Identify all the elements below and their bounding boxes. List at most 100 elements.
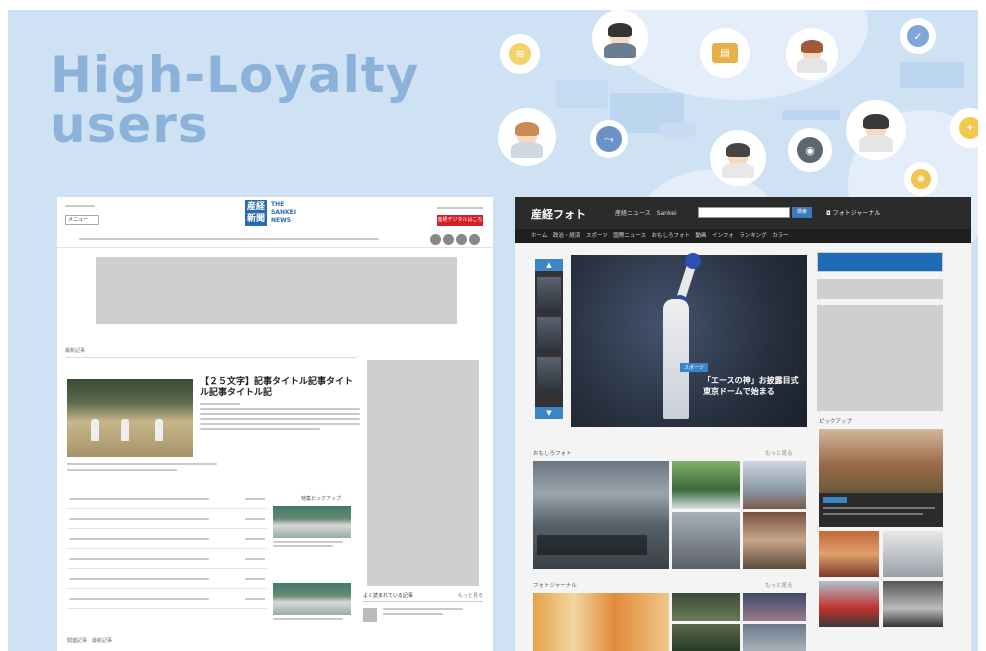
hero-caption[interactable]: 「エースの神」お披露目式 東京ドームで始まる xyxy=(703,375,807,397)
page-top-strip xyxy=(0,0,986,10)
user-icon-girl xyxy=(498,108,556,166)
list-item[interactable] xyxy=(67,549,267,569)
photo-tile-kimono[interactable] xyxy=(533,593,669,651)
popular-label: よく読まれている記事 xyxy=(363,593,413,599)
pickup-column: ピックアップ xyxy=(819,419,943,651)
social-icon-4[interactable] xyxy=(469,234,480,245)
photo-tile-aircraft[interactable] xyxy=(533,461,669,569)
header-note xyxy=(437,207,483,209)
search-button[interactable]: 検索 xyxy=(792,207,812,218)
more-link[interactable]: もっと見る xyxy=(458,592,483,599)
search-input[interactable] xyxy=(698,207,790,218)
sidebar-ad-placeholder xyxy=(367,360,479,586)
scroll-up-button[interactable]: ▲ xyxy=(535,259,563,271)
photo-tile[interactable] xyxy=(743,593,806,621)
banner-title: High-Loyalty users xyxy=(50,50,419,150)
right-ad-banner[interactable] xyxy=(817,252,943,272)
photo-tile[interactable] xyxy=(883,581,943,627)
more-link[interactable]: もっと見る xyxy=(765,449,793,457)
thumbnail-strip: ▲ ▼ xyxy=(535,259,563,419)
user-icon-woman-3 xyxy=(846,100,906,160)
popular-articles: よく読まれている記事 もっと見る xyxy=(363,592,483,622)
hero-category-tag: スポーツ xyxy=(680,363,708,372)
related-links[interactable] xyxy=(67,463,307,471)
sankei-logo[interactable]: 産経 新聞 xyxy=(245,200,267,226)
social-icon-2[interactable] xyxy=(443,234,454,245)
top-nav-links[interactable]: 産経ニュース Sankei xyxy=(615,208,677,217)
scroll-down-button[interactable]: ▼ xyxy=(535,407,563,419)
photo-tile[interactable] xyxy=(743,461,806,509)
speech-bubble xyxy=(556,80,608,108)
strip-thumb[interactable] xyxy=(537,357,561,393)
lead-photo-baseball[interactable] xyxy=(67,379,193,457)
logo-line: SANKEI xyxy=(271,209,296,216)
journal-section-label: フォトジャーナル xyxy=(533,583,577,589)
share-icon: ⤳ xyxy=(590,120,628,158)
lead-headline[interactable]: 【２５文字】記事タイトル記事タイトル記事タイトル記 xyxy=(200,377,360,399)
pickup-caption-box xyxy=(819,493,943,527)
glove-shape xyxy=(685,253,701,269)
player-figure xyxy=(663,299,689,419)
pickup-thumbnail[interactable] xyxy=(273,506,351,538)
banner-title-line1: High-Loyalty xyxy=(50,46,420,104)
wifi-icon: ≋ xyxy=(500,34,540,74)
pickup-thumbnail[interactable] xyxy=(273,583,351,615)
right-ad-placeholder xyxy=(817,279,943,299)
camera-icon: ◘ xyxy=(826,210,833,217)
photo-tile[interactable] xyxy=(743,512,806,569)
photo-tile-deer[interactable] xyxy=(819,429,943,493)
camera-icon: ◉ xyxy=(788,128,832,172)
photo-tile[interactable] xyxy=(819,531,879,577)
social-icon-1[interactable] xyxy=(430,234,441,245)
speech-bubble xyxy=(660,123,696,137)
list-item[interactable] xyxy=(67,589,267,609)
photo-journal-label: フォトジャーナル xyxy=(832,210,881,217)
latest-section-label: 最新記事 xyxy=(65,348,86,354)
photo-tile[interactable] xyxy=(883,531,943,577)
omoshiro-section-label: おもしろフォト xyxy=(533,451,572,457)
sankei-logo-text: THE SANKEI NEWS xyxy=(271,201,296,225)
photo-tile[interactable] xyxy=(672,593,740,621)
user-icon-woman-2 xyxy=(710,130,766,186)
pickup-column: 特集ピックアップ xyxy=(273,495,357,620)
photo-tile[interactable] xyxy=(672,512,740,569)
pickup-label: 特集ピックアップ xyxy=(301,496,342,502)
more-link[interactable]: もっと見る xyxy=(765,581,793,589)
global-nav[interactable] xyxy=(79,235,379,240)
speech-bubble xyxy=(782,110,840,120)
eye-icon: ◉ xyxy=(904,162,938,196)
menu-select[interactable]: メニュー xyxy=(65,215,99,225)
logo-line: THE xyxy=(271,201,285,208)
banner-title-line2: users xyxy=(50,96,209,154)
popular-thumb[interactable] xyxy=(363,608,377,622)
omoshiro-photo-grid xyxy=(533,461,806,569)
digital-cta-button[interactable]: 産経デジタルはこちら xyxy=(437,215,483,234)
list-item[interactable] xyxy=(67,529,267,549)
strip-thumb[interactable] xyxy=(537,277,561,313)
article-list xyxy=(67,489,267,609)
strip-thumb[interactable] xyxy=(537,317,561,353)
social-icon-3[interactable] xyxy=(456,234,467,245)
pickup-section-label: ピックアップ xyxy=(819,419,853,425)
list-item[interactable] xyxy=(67,509,267,529)
lead-summary xyxy=(200,403,360,433)
user-icon-woman xyxy=(786,28,838,80)
thumbs-up-icon: ✓ xyxy=(900,18,936,54)
right-ad-placeholder-large xyxy=(817,305,943,411)
list-item[interactable] xyxy=(67,489,267,509)
photo-site-header: 産経フォト 産経ニュース Sankei 検索 ◘ フォトジャーナル xyxy=(515,197,971,229)
photo-tile[interactable] xyxy=(672,461,740,509)
divider xyxy=(65,357,357,358)
hero-photo[interactable]: スポーツ 「エースの神」お披露目式 東京ドームで始まる xyxy=(571,253,807,427)
list-item[interactable] xyxy=(67,569,267,589)
sankei-photo-site: 産経フォト 産経ニュース Sankei 検索 ◘ フォトジャーナル ホーム 政治… xyxy=(515,197,971,651)
speech-bubble xyxy=(900,62,964,88)
sankei-photo-logo[interactable]: 産経フォト xyxy=(531,206,586,222)
photo-journal-link[interactable]: ◘ フォトジャーナル xyxy=(826,208,880,217)
divider xyxy=(57,247,493,248)
photo-tile[interactable] xyxy=(672,624,740,651)
photo-tile[interactable] xyxy=(743,624,806,651)
photo-tile[interactable] xyxy=(819,581,879,627)
main-nav[interactable]: ホーム 政治・経済 スポーツ 国際ニュース おもしろフォト 動画 インフォ ラン… xyxy=(515,229,971,243)
site-header: メニュー 産経 新聞 THE SANKEI NEWS 産経デジタルはこちら xyxy=(57,197,493,245)
